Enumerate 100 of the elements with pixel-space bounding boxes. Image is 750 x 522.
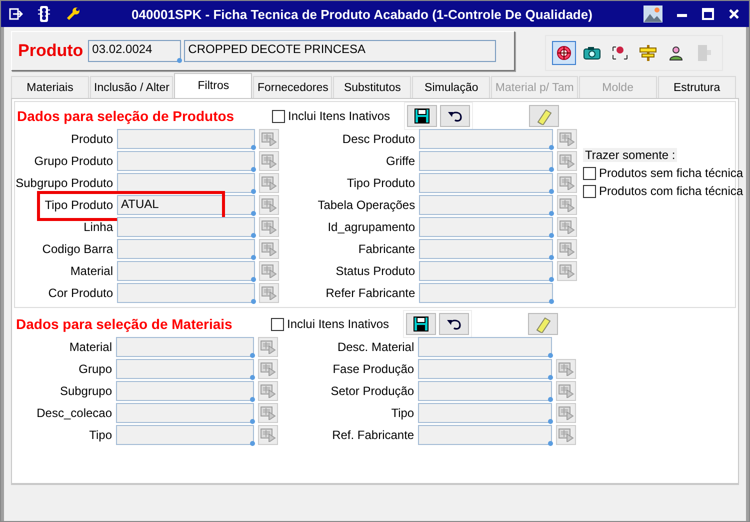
field-label: Grupo Produto — [33, 154, 113, 168]
input-field[interactable]: ATUAL — [117, 194, 255, 214]
input-field[interactable] — [117, 150, 255, 170]
toolbar-button[interactable] — [552, 41, 576, 65]
field-label: Grupo — [78, 362, 112, 376]
description-field[interactable]: CROPPED DECOTE PRINCESA — [184, 40, 496, 62]
exit-icon[interactable] — [9, 7, 23, 21]
input-field[interactable] — [117, 238, 255, 258]
lookup-button[interactable] — [259, 172, 279, 192]
lookup-button[interactable] — [556, 424, 576, 444]
input-field[interactable] — [418, 336, 552, 356]
checkbox[interactable] — [272, 110, 285, 122]
input-field[interactable] — [117, 282, 255, 302]
code-field[interactable]: 03.02.0024 — [88, 40, 182, 62]
lookup-button[interactable] — [259, 282, 279, 302]
checkbox[interactable] — [583, 166, 596, 180]
input-field[interactable] — [116, 424, 254, 444]
field-label: Id_agrupamento — [326, 220, 416, 234]
tab[interactable]: Substitutos — [333, 76, 412, 98]
input-field[interactable] — [419, 172, 554, 192]
product-label: Produto — [18, 41, 84, 61]
tab[interactable]: Materiais — [11, 76, 89, 98]
input-field[interactable] — [418, 358, 552, 378]
input-field[interactable] — [419, 128, 554, 148]
close-icon[interactable] — [727, 7, 741, 21]
lookup-button[interactable] — [258, 424, 278, 444]
checkbox-label: Inclui Itens Inativos — [288, 109, 390, 123]
input-field[interactable] — [116, 336, 254, 356]
field-label: Ref. Fabricante — [331, 428, 414, 442]
lookup-button[interactable] — [259, 216, 279, 236]
lookup-button[interactable] — [556, 358, 576, 378]
tab[interactable]: Fornecedores — [253, 76, 332, 98]
input-field[interactable] — [117, 172, 255, 192]
input-field[interactable] — [117, 260, 255, 280]
undo-icon — [446, 318, 462, 330]
input-field[interactable] — [116, 358, 254, 378]
section-title: Dados para seleção de Produtos — [16, 108, 236, 124]
checkbox[interactable] — [583, 184, 596, 198]
tab[interactable]: Inclusão / Alter — [90, 76, 174, 98]
lookup-button[interactable] — [557, 172, 577, 192]
window-title: 040001SPK - Ficha Tecnica de Produto Acabado (1-Controle De Qualidade) — [130, 6, 594, 22]
lookup-button[interactable] — [259, 194, 279, 214]
lookup-button[interactable] — [557, 150, 577, 170]
input-field[interactable] — [116, 380, 254, 400]
input-field[interactable] — [418, 380, 552, 400]
lookup-button[interactable] — [259, 150, 279, 170]
field-label: Material — [68, 340, 112, 354]
lookup-button[interactable] — [557, 238, 577, 258]
lookup-button[interactable] — [259, 238, 279, 258]
field-label: Desc Produto — [341, 132, 416, 146]
input-field[interactable] — [419, 238, 554, 258]
tab[interactable]: Simulação — [412, 76, 490, 98]
input-field[interactable] — [419, 150, 554, 170]
lookup-button[interactable] — [557, 194, 577, 214]
lookup-button[interactable] — [259, 128, 279, 148]
tab[interactable]: Filtros — [174, 73, 252, 98]
field-label: Fabricante — [357, 242, 416, 256]
undo-button[interactable] — [439, 313, 470, 335]
lookup-button[interactable] — [557, 128, 577, 148]
input-field[interactable] — [419, 282, 554, 302]
input-field[interactable] — [418, 424, 552, 444]
field-label: Status Produto — [334, 264, 416, 278]
lookup-button[interactable] — [557, 216, 577, 236]
lookup-button[interactable] — [259, 260, 279, 280]
input-field[interactable] — [419, 260, 554, 280]
undo-button[interactable] — [440, 105, 470, 127]
lookup-button[interactable] — [258, 402, 278, 422]
lookup-button[interactable] — [556, 402, 576, 422]
eraser-icon — [535, 107, 554, 125]
wrench-icon[interactable] — [65, 6, 81, 22]
lookup-button[interactable] — [557, 260, 577, 280]
field-label: Subgrupo Produto — [15, 176, 113, 190]
field-label: Refer Fabricante — [324, 286, 416, 300]
clear-button[interactable] — [528, 313, 558, 335]
field-label: Tabela Operações — [316, 198, 416, 212]
maximize-icon[interactable] — [701, 7, 715, 21]
save-icon — [414, 108, 430, 124]
landscape-icon[interactable] — [643, 5, 663, 23]
save-icon — [413, 316, 430, 332]
lookup-button[interactable] — [258, 358, 278, 378]
lookup-button[interactable] — [258, 336, 278, 356]
input-field[interactable] — [117, 216, 255, 236]
save-button[interactable] — [406, 313, 436, 335]
tab[interactable]: Estrutura — [658, 76, 736, 98]
input-field[interactable] — [117, 128, 255, 148]
input-field[interactable] — [419, 194, 554, 214]
clear-button[interactable] — [529, 105, 560, 127]
field-label: Tipo — [390, 406, 414, 420]
field-label: Subgrupo — [58, 384, 112, 398]
checkbox[interactable] — [271, 318, 284, 330]
input-field[interactable] — [419, 216, 554, 236]
field-label: Fase Produção — [332, 362, 414, 376]
lookup-button[interactable] — [556, 380, 576, 400]
input-field[interactable] — [116, 402, 254, 422]
input-field[interactable] — [418, 402, 552, 422]
field-label: Material — [69, 264, 113, 278]
save-button[interactable] — [407, 105, 438, 127]
door-icon — [696, 44, 712, 62]
traffic-light-icon[interactable] — [37, 5, 51, 23]
lookup-button[interactable] — [258, 380, 278, 400]
